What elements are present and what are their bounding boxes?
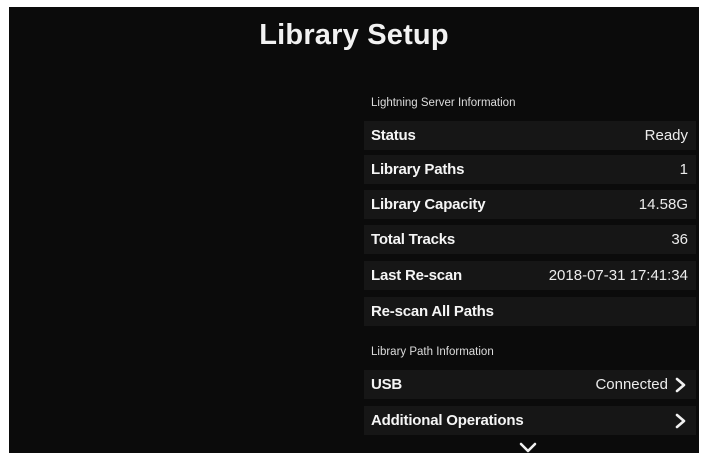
status-label: Status	[371, 127, 416, 144]
total-tracks-value: 36	[671, 231, 688, 248]
status-value: Ready	[644, 127, 688, 144]
additional-operations-label: Additional Operations	[371, 412, 524, 429]
additional-operations-row[interactable]: Additional Operations	[364, 406, 696, 435]
rescan-all-paths-label: Re-scan All Paths	[371, 303, 494, 320]
last-rescan-label: Last Re-scan	[371, 267, 462, 284]
usb-row[interactable]: USB Connected	[364, 370, 696, 399]
chevron-right-icon	[674, 413, 688, 429]
additional-operations-value-group	[668, 413, 688, 429]
total-tracks-label: Total Tracks	[371, 231, 456, 248]
chevron-right-icon	[674, 377, 688, 393]
rescan-all-paths-button[interactable]: Re-scan All Paths	[364, 297, 696, 326]
library-paths-row: Library Paths 1	[364, 155, 696, 184]
chevron-down-icon[interactable]	[519, 441, 537, 453]
page-title: Library Setup	[259, 19, 449, 51]
library-capacity-row: Library Capacity 14.58G	[364, 190, 696, 219]
usb-label: USB	[371, 376, 403, 393]
server-info-section-header: Lightning Server Information	[371, 97, 516, 109]
library-capacity-label: Library Capacity	[371, 196, 486, 213]
status-row: Status Ready	[364, 121, 696, 150]
library-capacity-value: 14.58G	[638, 196, 688, 213]
total-tracks-row: Total Tracks 36	[364, 225, 696, 254]
path-info-section-header: Library Path Information	[371, 346, 494, 358]
usb-status-value: Connected	[595, 376, 668, 393]
library-paths-value: 1	[679, 161, 688, 178]
library-setup-screen: Library Setup Lightning Server Informati…	[9, 7, 699, 453]
last-rescan-value: 2018-07-31 17:41:34	[548, 267, 688, 284]
last-rescan-row: Last Re-scan 2018-07-31 17:41:34	[364, 261, 696, 290]
library-paths-label: Library Paths	[371, 161, 465, 178]
usb-value-group: Connected	[595, 376, 688, 393]
